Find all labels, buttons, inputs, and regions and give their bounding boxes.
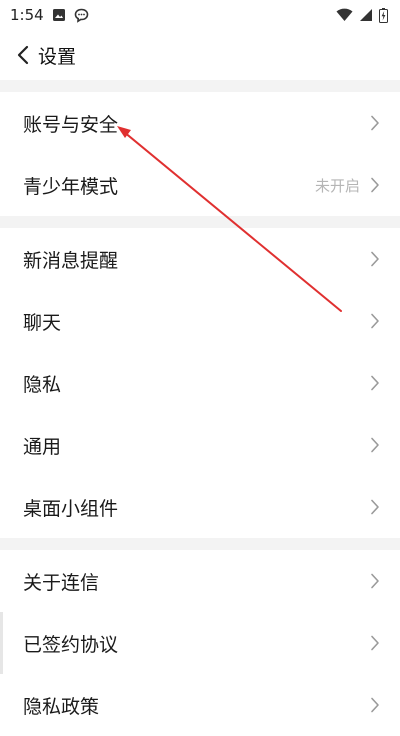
image-icon	[52, 8, 66, 22]
section-divider	[0, 538, 400, 550]
chevron-right-icon	[370, 635, 380, 651]
settings-item-new-message-alerts[interactable]: 新消息提醒	[0, 228, 400, 290]
page-title: 设置	[38, 45, 77, 68]
back-button[interactable]	[16, 45, 30, 65]
settings-item-label: 通用	[23, 435, 62, 458]
settings-item-chat[interactable]: 聊天	[0, 290, 400, 352]
chevron-right-icon	[370, 251, 380, 267]
chevron-right-icon	[370, 313, 380, 329]
chevron-right-icon	[370, 177, 380, 193]
signal-icon	[359, 8, 373, 22]
chevron-right-icon	[370, 437, 380, 453]
settings-item-label: 青少年模式	[23, 175, 119, 198]
settings-item-label: 桌面小组件	[23, 497, 119, 520]
battery-icon	[379, 7, 388, 23]
app-header: 设置	[0, 30, 400, 80]
chevron-right-icon	[370, 573, 380, 589]
settings-item-teen-mode[interactable]: 青少年模式 未开启	[0, 154, 400, 216]
chevron-right-icon	[370, 499, 380, 515]
settings-item-desktop-widgets[interactable]: 桌面小组件	[0, 476, 400, 538]
status-right	[336, 7, 388, 23]
chevron-right-icon	[370, 375, 380, 391]
settings-item-label: 聊天	[23, 311, 62, 334]
settings-item-label: 关于连信	[23, 571, 100, 594]
settings-item-about[interactable]: 关于连信	[0, 550, 400, 612]
settings-item-label: 隐私	[23, 373, 62, 396]
chat-icon	[74, 8, 89, 23]
settings-item-label: 账号与安全	[23, 113, 119, 136]
status-time: 1:54	[10, 6, 44, 24]
wifi-icon	[336, 8, 353, 22]
settings-item-general[interactable]: 通用	[0, 414, 400, 476]
settings-item-privacy[interactable]: 隐私	[0, 352, 400, 414]
pressed-edge-indicator	[0, 612, 3, 674]
teen-mode-status: 未开启	[314, 176, 360, 195]
section-divider	[0, 80, 400, 92]
section-divider	[0, 216, 400, 228]
status-left: 1:54	[10, 6, 89, 24]
settings-item-label: 隐私政策	[23, 695, 100, 718]
chevron-right-icon	[370, 115, 380, 131]
status-bar: 1:54	[0, 0, 400, 30]
settings-item-account-security[interactable]: 账号与安全	[0, 92, 400, 154]
chevron-left-icon	[16, 45, 30, 65]
settings-item-signed-agreements[interactable]: 已签约协议	[0, 612, 400, 674]
settings-item-label: 已签约协议	[23, 633, 119, 656]
settings-item-privacy-policy[interactable]: 隐私政策	[0, 674, 400, 736]
settings-item-label: 新消息提醒	[23, 249, 119, 272]
settings-item-right: 未开启	[315, 175, 380, 196]
